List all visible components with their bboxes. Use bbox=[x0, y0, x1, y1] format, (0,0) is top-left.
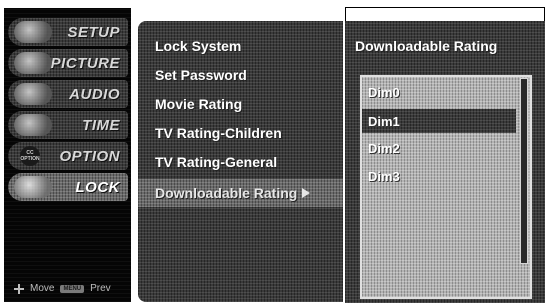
submenu-item-tv-rating-children[interactable]: TV Rating-Children bbox=[155, 125, 282, 141]
submenu-item-label: Downloadable Rating bbox=[155, 185, 298, 201]
submenu-item-lock-system[interactable]: Lock System bbox=[155, 38, 241, 54]
submenu-item-set-password[interactable]: Set Password bbox=[155, 67, 247, 83]
category-label: PICTURE bbox=[50, 54, 120, 72]
nav-hint-bar: Move MENU Prev bbox=[14, 283, 111, 294]
panel-title: Downloadable Rating bbox=[355, 38, 498, 54]
category-time[interactable]: TIME bbox=[8, 111, 128, 139]
move-icon bbox=[14, 283, 24, 294]
category-menu: SETUP PICTURE AUDIO TIME CC OPTION OPTIO… bbox=[4, 8, 131, 302]
list-item-label: Dim1 bbox=[368, 113, 400, 129]
category-label: AUDIO bbox=[69, 85, 120, 103]
prev-hint: Prev bbox=[90, 283, 111, 294]
category-label: OPTION bbox=[59, 147, 120, 165]
list-item-dim2[interactable]: Dim2 bbox=[368, 141, 400, 156]
category-setup[interactable]: SETUP bbox=[8, 18, 128, 46]
time-icon bbox=[14, 114, 52, 136]
list-item-dim1[interactable]: Dim1 bbox=[362, 109, 516, 133]
setup-icon bbox=[14, 21, 52, 43]
picture-icon bbox=[14, 52, 52, 74]
submenu-item-movie-rating[interactable]: Movie Rating bbox=[155, 96, 242, 112]
list-scrollbar[interactable] bbox=[520, 78, 528, 264]
move-hint: Move bbox=[30, 283, 55, 294]
category-label: TIME bbox=[82, 116, 120, 134]
lock-icon bbox=[14, 176, 52, 198]
arrow-right-icon bbox=[302, 188, 311, 198]
rating-list: Dim0 Dim1 Dim2 Dim3 bbox=[360, 75, 532, 299]
submenu-item-downloadable-rating[interactable]: Downloadable Rating bbox=[138, 179, 343, 207]
category-picture[interactable]: PICTURE bbox=[8, 49, 128, 77]
list-item-dim3[interactable]: Dim3 bbox=[368, 169, 400, 184]
menu-key-icon: MENU bbox=[60, 284, 85, 293]
lock-submenu: Lock System Set Password Movie Rating TV… bbox=[138, 21, 343, 302]
option-icon: CC OPTION bbox=[20, 146, 40, 166]
category-option[interactable]: CC OPTION OPTION bbox=[8, 142, 128, 170]
list-item-dim0[interactable]: Dim0 bbox=[368, 85, 400, 100]
category-lock[interactable]: LOCK bbox=[8, 173, 128, 201]
category-label: SETUP bbox=[67, 23, 120, 41]
audio-icon bbox=[14, 83, 52, 105]
submenu-item-tv-rating-general[interactable]: TV Rating-General bbox=[155, 154, 277, 170]
category-audio[interactable]: AUDIO bbox=[8, 80, 128, 108]
category-label: LOCK bbox=[75, 178, 120, 196]
